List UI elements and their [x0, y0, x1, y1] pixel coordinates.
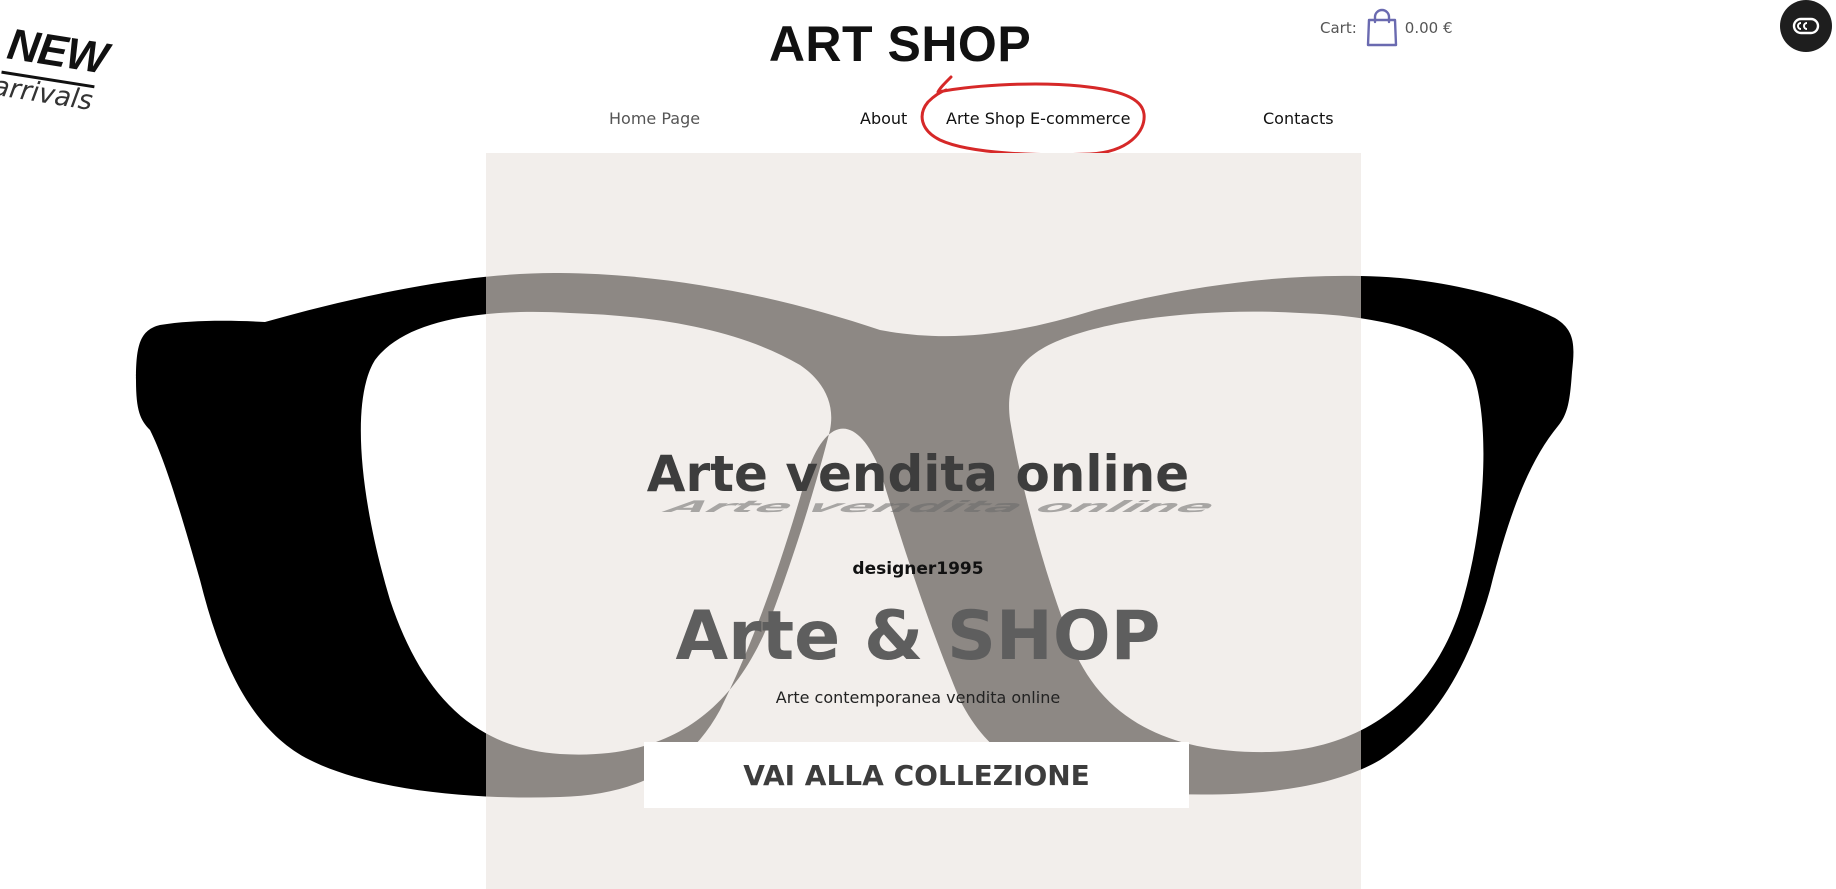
- hero-title-block: Arte vendita online Arte vendita online: [0, 438, 1836, 518]
- cart-amount: 0.00 €: [1404, 19, 1453, 37]
- chat-bubble-icon: [1792, 17, 1820, 35]
- shopping-bag-icon[interactable]: [1365, 8, 1399, 48]
- cart[interactable]: Cart: 0.00 €: [1320, 8, 1453, 48]
- nav-home-page[interactable]: Home Page: [609, 106, 700, 132]
- chat-button[interactable]: [1780, 0, 1832, 52]
- go-to-collection-button[interactable]: VAI ALLA COLLEZIONE: [644, 742, 1189, 808]
- hero-tagline: Arte contemporanea vendita online: [775, 688, 1061, 707]
- cart-label: Cart:: [1320, 19, 1357, 37]
- nav-arte-shop-ecommerce[interactable]: Arte Shop E-commerce: [946, 106, 1130, 132]
- nav-about[interactable]: About: [860, 106, 907, 132]
- brand-heading: Arte & SHOP: [675, 597, 1161, 676]
- nav-contacts[interactable]: Contacts: [1263, 106, 1334, 132]
- new-arrivals-badge: NEW arrivals: [0, 18, 116, 125]
- hero-title-reflection: Arte vendita online: [660, 500, 1223, 513]
- site-logo[interactable]: ART SHOP: [740, 14, 1060, 74]
- designer-name: designer1995: [852, 559, 984, 579]
